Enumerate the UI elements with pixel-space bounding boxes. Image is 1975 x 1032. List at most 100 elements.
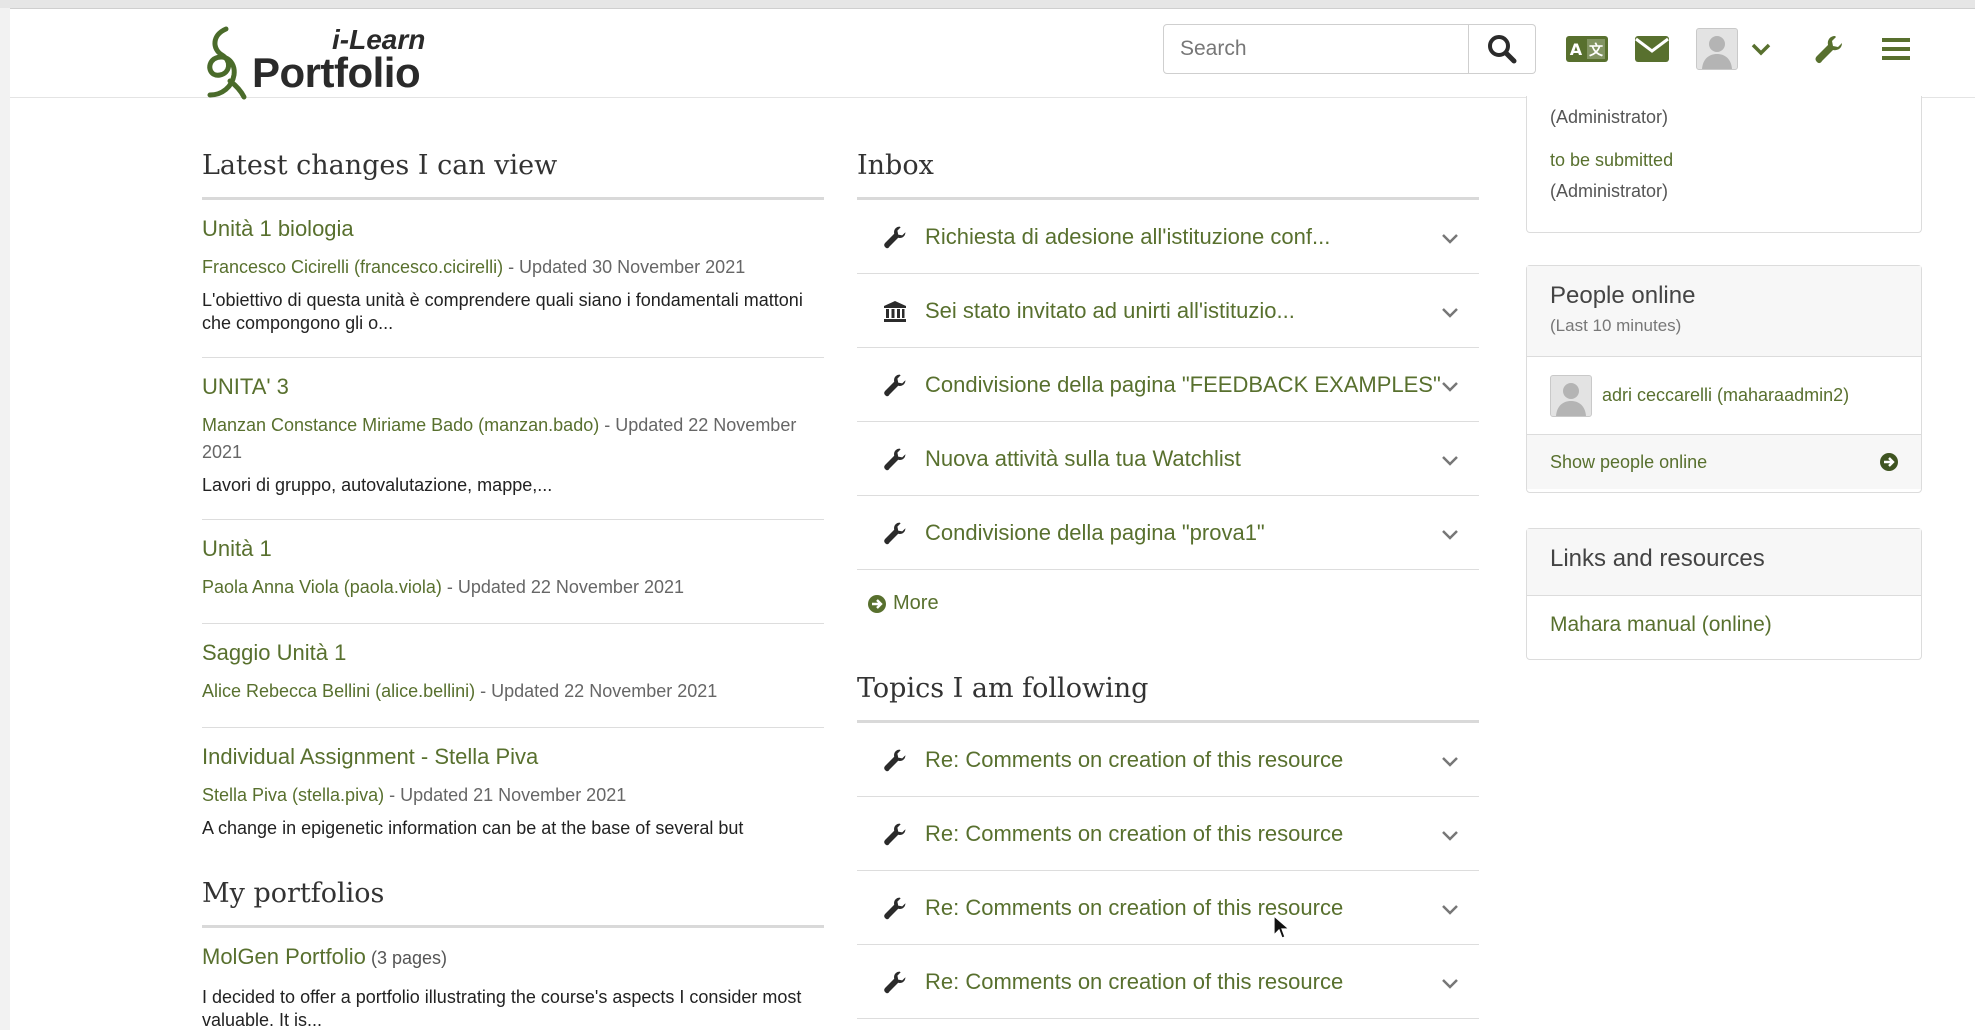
latest-change-item: Unità 1 Paola Anna Viola (paola.viola) - … — [202, 520, 824, 624]
latest-change-author[interactable]: Stella Piva (stella.piva) — [202, 785, 384, 805]
wrench-icon — [884, 374, 906, 396]
latest-changes-heading: Latest changes I can view — [202, 150, 824, 200]
language-icon: A 文 — [1566, 36, 1608, 62]
topic-item[interactable]: Re: Comments on creation of this resourc… — [857, 797, 1479, 871]
topic-item-icon — [879, 896, 911, 920]
people-online-subtitle: (Last 10 minutes) — [1550, 316, 1682, 335]
portfolio-item: MolGen Portfolio (3 pages) I decided to o… — [202, 928, 824, 1032]
inbox-block: Inbox Richiesta di adesione all'istituzi… — [857, 150, 1479, 615]
latest-change-title[interactable]: Unità 1 biologia — [202, 216, 824, 242]
latest-change-title[interactable]: Saggio Unità 1 — [202, 640, 824, 666]
people-online-card: People online (Last 10 minutes) adri cec… — [1526, 265, 1922, 493]
topic-item-expand[interactable] — [1441, 901, 1459, 920]
search-button[interactable] — [1469, 24, 1536, 74]
chevron-down-icon — [1442, 382, 1458, 392]
latest-change-meta: Stella Piva (stella.piva) - Updated 21 N… — [202, 782, 824, 809]
latest-changes-list: Unità 1 biologia Francesco Cicirelli (fra… — [202, 200, 824, 890]
inbox-item-subject: Sei stato invitato ad unirti all'istituz… — [925, 297, 1295, 323]
latest-change-description: L'obiettivo di questa unità è comprender… — [202, 290, 803, 333]
topic-item-expand[interactable] — [1441, 827, 1459, 846]
topic-item[interactable]: Re: Comments on creation of this resourc… — [857, 723, 1479, 797]
topic-item-expand[interactable] — [1441, 753, 1459, 772]
inbox-item[interactable]: Richiesta di adesione all'istituzione co… — [857, 200, 1479, 274]
show-people-online-link[interactable]: Show people online — [1527, 435, 1921, 489]
inbox-item-expand[interactable] — [1441, 304, 1459, 323]
main-menu-button[interactable] — [1879, 31, 1913, 67]
latest-change-item: Saggio Unità 1 Alice Rebecca Bellini (ali… — [202, 624, 824, 728]
latest-changes-block: Latest changes I can view Unità 1 biolog… — [202, 150, 824, 890]
inbox-item-icon — [879, 373, 911, 397]
inbox-item[interactable]: Sei stato invitato ad unirti all'istituz… — [857, 274, 1479, 348]
site-header: i-Learn Portfolio A 文 — [10, 9, 1975, 100]
latest-change-meta: Manzan Constance Miriame Bado (manzan.ba… — [202, 412, 824, 466]
links-resources-card: Links and resources Mahara manual (onlin… — [1526, 528, 1922, 660]
window-top-edge — [0, 0, 1975, 9]
partial-link-to-be-submitted[interactable]: to be submitted — [1550, 145, 1898, 176]
inbox-item-icon — [879, 521, 911, 545]
topic-item[interactable]: Re: Comments on creation of this resourc… — [857, 945, 1479, 1019]
inbox-item-expand[interactable] — [1441, 452, 1459, 471]
chevron-down-icon — [1442, 308, 1458, 318]
mahara-manual-link[interactable]: Mahara manual (online) — [1550, 613, 1772, 636]
wrench-icon — [884, 448, 906, 470]
chevron-down-icon — [1751, 43, 1771, 56]
latest-change-updated: - Updated 21 November 2021 — [384, 785, 627, 805]
links-resources-title: Links and resources — [1550, 545, 1765, 572]
topic-item-expand[interactable] — [1441, 975, 1459, 994]
avatar — [1696, 28, 1738, 70]
inbox-more-link[interactable]: More — [867, 592, 1479, 615]
topic-item[interactable]: Re: Comments on creation of this resourc… — [857, 871, 1479, 945]
partial-line-3: (Administrator) — [1550, 181, 1669, 201]
topic-item-subject: Re: Comments on creation of this resourc… — [925, 820, 1344, 846]
chevron-down-icon — [1442, 234, 1458, 244]
site-logo[interactable]: i-Learn Portfolio — [200, 17, 460, 100]
inbox-item-icon — [879, 300, 911, 322]
chevron-down-icon — [1442, 979, 1458, 989]
inbox-item-expand[interactable] — [1441, 230, 1459, 249]
latest-change-item: UNITA' 3 Manzan Constance Miriame Bado (m… — [202, 358, 824, 520]
latest-change-title[interactable]: UNITA' 3 — [202, 374, 824, 400]
inbox-item-subject: Condivisione della pagina "prova1" — [925, 519, 1265, 545]
search-input[interactable] — [1163, 24, 1469, 74]
logo-mark-icon — [207, 26, 247, 100]
latest-change-title[interactable]: Individual Assignment - Stella Piva — [202, 744, 824, 770]
chevron-down-icon — [1442, 757, 1458, 767]
inbox-item-expand[interactable] — [1441, 526, 1459, 545]
latest-change-title[interactable]: Unità 1 — [202, 536, 824, 562]
sidebar-partial-card: (Administrator) to be submitted (Adminis… — [1526, 96, 1922, 233]
wrench-icon — [884, 749, 906, 771]
admin-button[interactable] — [1812, 31, 1846, 67]
svg-text:文: 文 — [1589, 42, 1604, 59]
latest-change-author[interactable]: Francesco Cicirelli (francesco.cicirelli… — [202, 257, 503, 277]
my-portfolios-list: MolGen Portfolio (3 pages) I decided to o… — [202, 928, 824, 1032]
latest-change-meta: Paola Anna Viola (paola.viola) - Updated… — [202, 574, 824, 601]
topic-item-icon — [879, 748, 911, 772]
inbox-item-subject: Condivisione della pagina "FEEDBACK EXAM… — [925, 371, 1441, 397]
latest-change-description: A change in epigenetic information can b… — [202, 818, 744, 838]
inbox-item[interactable]: Condivisione della pagina "FEEDBACK EXAM… — [857, 348, 1479, 422]
topic-item-icon — [879, 970, 911, 994]
latest-change-updated: - Updated 30 November 2021 — [503, 257, 746, 277]
partial-line-1: (Administrator) — [1550, 107, 1669, 127]
online-user-name[interactable]: adri ceccarelli (maharaadmin2) — [1602, 385, 1849, 406]
language-button[interactable]: A 文 — [1565, 31, 1609, 67]
inbox-button[interactable] — [1630, 31, 1674, 67]
topics-list: Re: Comments on creation of this resourc… — [857, 723, 1479, 1019]
inbox-item[interactable]: Nuova attività sulla tua Watchlist — [857, 422, 1479, 496]
user-menu-button[interactable] — [1695, 28, 1773, 70]
portfolio-pages: (3 pages) — [370, 948, 447, 968]
latest-change-updated: - Updated 22 November 2021 — [441, 577, 684, 597]
portfolio-title[interactable]: MolGen Portfolio — [202, 944, 366, 969]
latest-change-author[interactable]: Manzan Constance Miriame Bado (manzan.ba… — [202, 415, 599, 435]
inbox-more-label: More — [893, 592, 939, 614]
show-people-online-label: Show people online — [1550, 451, 1708, 472]
chevron-down-icon — [1442, 905, 1458, 915]
chevron-down-icon — [1442, 831, 1458, 841]
latest-change-author[interactable]: Paola Anna Viola (paola.viola) — [202, 577, 442, 597]
chevron-down-icon — [1442, 530, 1458, 540]
inbox-item[interactable]: Condivisione della pagina "prova1" — [857, 496, 1479, 570]
online-user-row[interactable]: adri ceccarelli (maharaadmin2) — [1527, 357, 1921, 435]
inbox-item-expand[interactable] — [1441, 378, 1459, 397]
latest-change-author[interactable]: Alice Rebecca Bellini (alice.bellini) — [202, 681, 475, 701]
latest-change-description: Lavori di gruppo, autovalutazione, mappe… — [202, 475, 553, 495]
